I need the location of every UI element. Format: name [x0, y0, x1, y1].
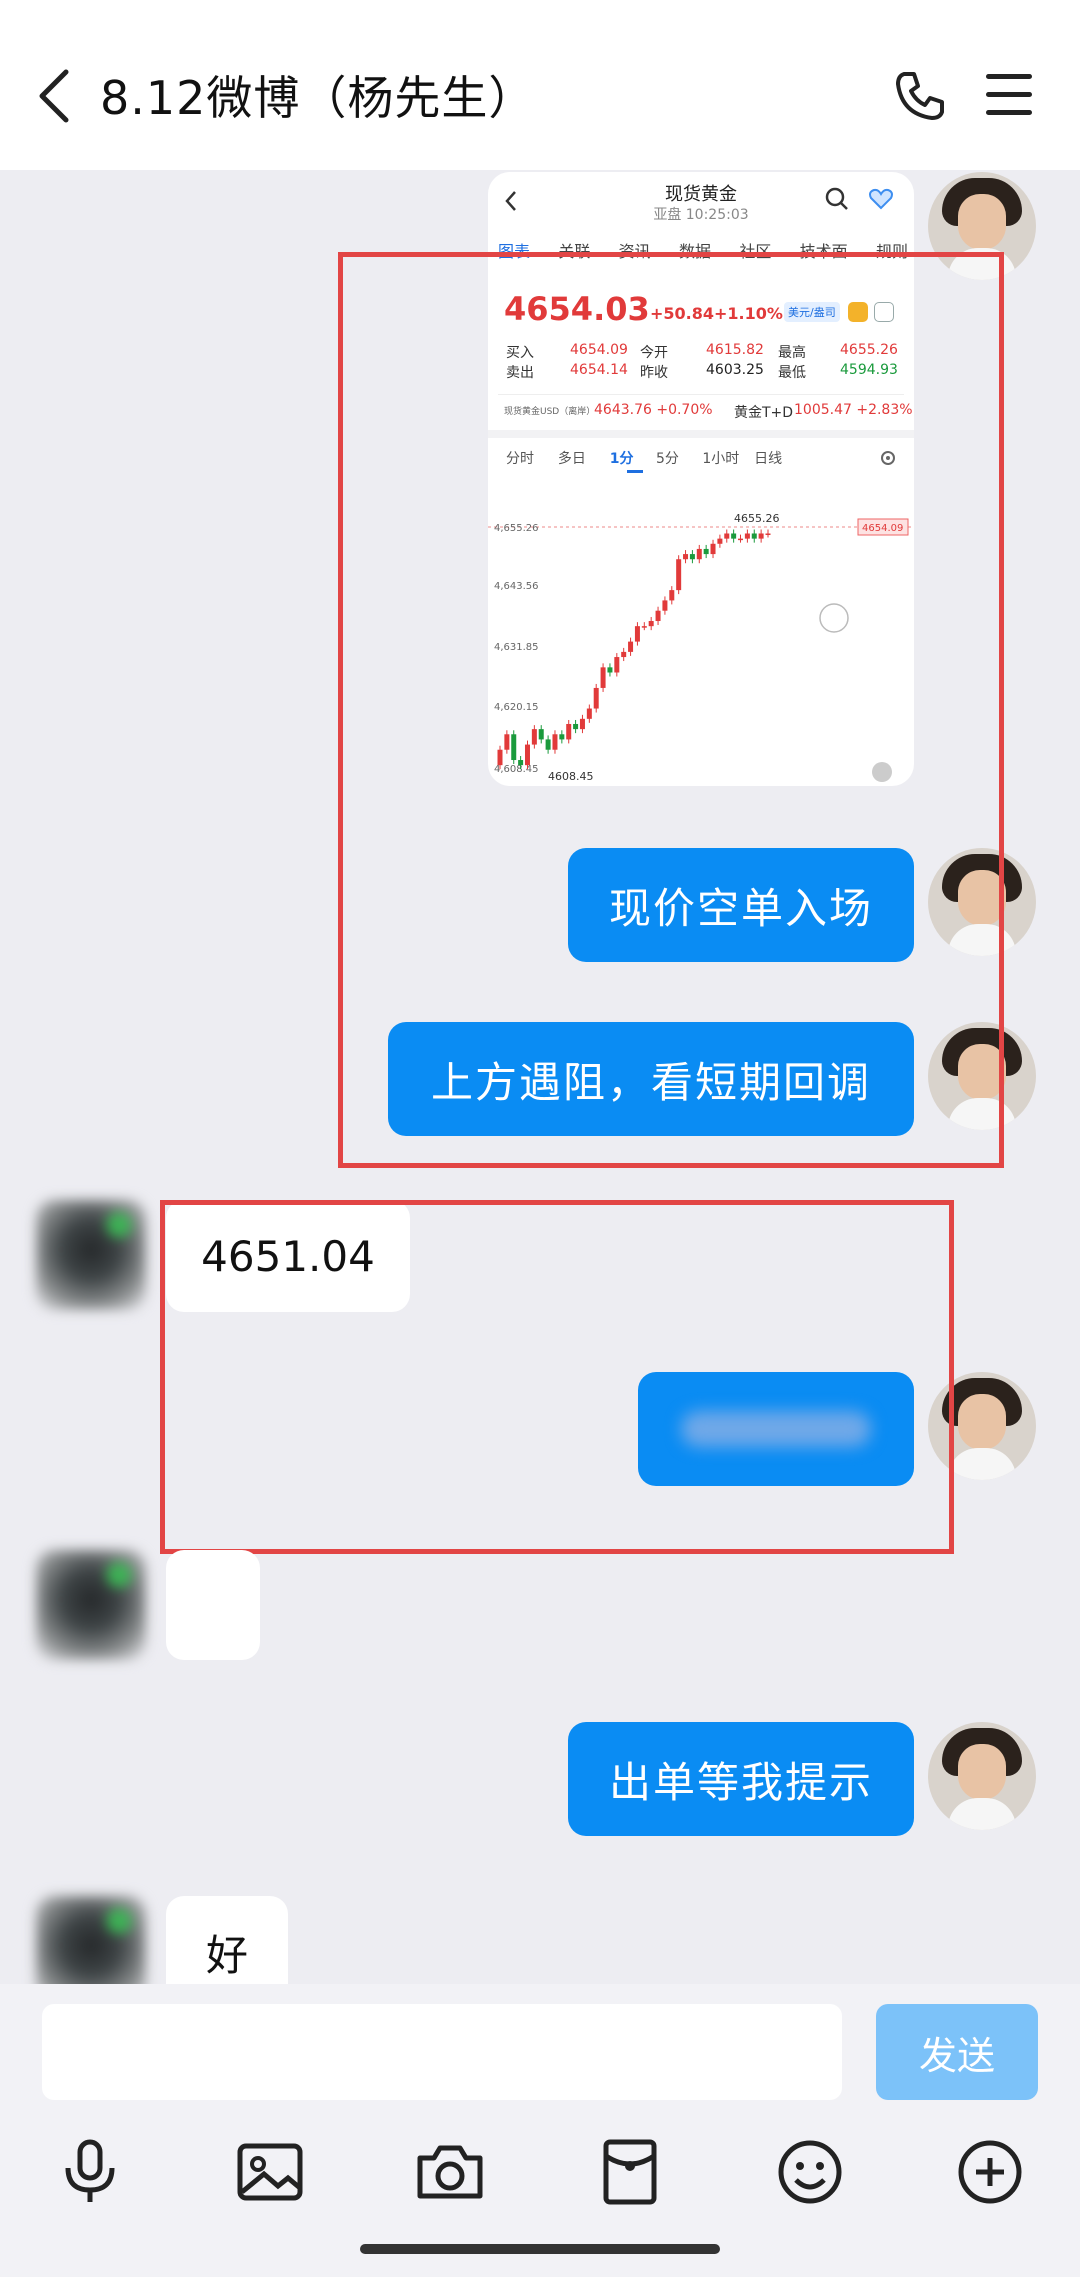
chat-header: 8.12微博（杨先生）	[0, 0, 1080, 170]
camera-icon[interactable]	[414, 2136, 486, 2208]
contact-avatar-blurred[interactable]	[36, 1550, 146, 1660]
screenshot-search-icon	[825, 187, 848, 210]
home-indicator	[360, 2244, 720, 2254]
screenshot-heart-icon	[869, 188, 893, 210]
send-button[interactable]: 发送	[876, 2004, 1038, 2100]
microphone-icon[interactable]	[54, 2136, 126, 2208]
add-more-icon[interactable]	[954, 2136, 1026, 2208]
contact-avatar-blurred[interactable]	[36, 1200, 146, 1310]
menu-icon[interactable]	[986, 74, 1032, 116]
highlight-box	[160, 1200, 954, 1554]
image-icon[interactable]	[234, 2136, 306, 2208]
emoji-icon[interactable]	[774, 2136, 846, 2208]
back-arrow-icon[interactable]	[34, 68, 74, 124]
screenshot-subtitle: 亚盘 10:25:03	[653, 207, 749, 223]
message-bubble-incoming-blurred[interactable]	[166, 1550, 260, 1660]
red-packet-icon[interactable]	[594, 2136, 666, 2208]
message-input[interactable]	[42, 2004, 842, 2100]
message-bubble-outgoing[interactable]: 出单等我提示	[568, 1722, 914, 1836]
chat-title: 8.12微博（杨先生）	[100, 71, 536, 125]
phone-call-icon[interactable]	[892, 68, 948, 124]
avatar[interactable]	[928, 1722, 1036, 1830]
highlight-box	[338, 252, 1004, 1168]
screenshot-title: 现货黄金	[665, 184, 737, 205]
